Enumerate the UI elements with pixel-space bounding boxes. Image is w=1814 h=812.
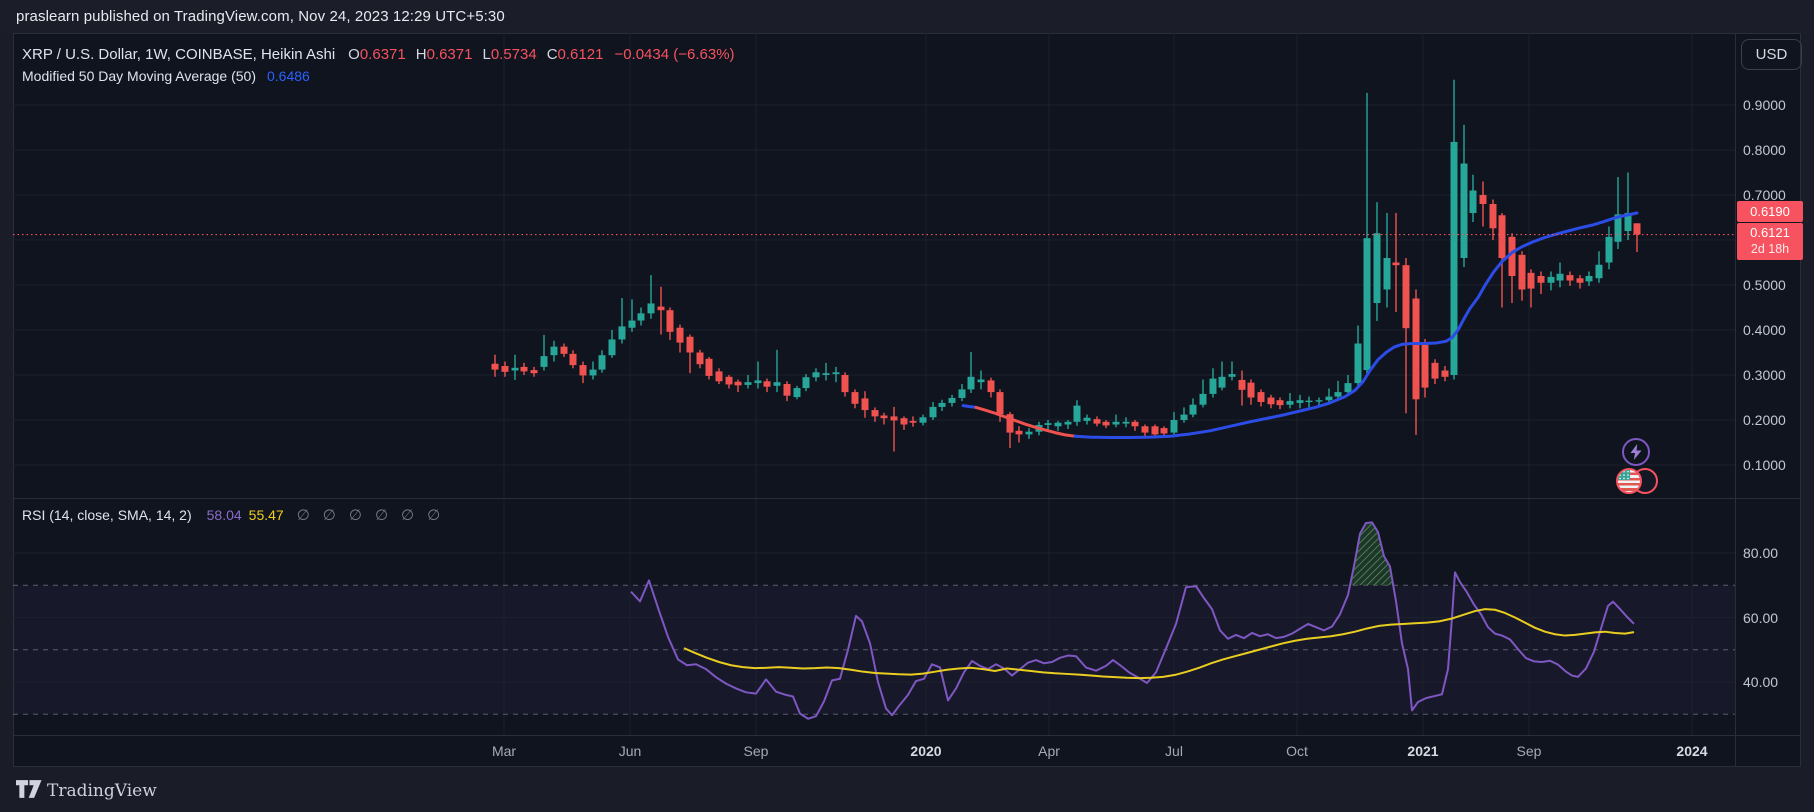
price-axis-label: 0.8000 <box>1743 142 1786 158</box>
tradingview-wordmark[interactable]: TradingView <box>47 781 157 801</box>
price-axis-label: 0.5000 <box>1743 277 1786 293</box>
rsi-empty-slots: ∅ ∅ ∅ ∅ ∅ ∅ <box>297 506 440 524</box>
time-axis-label: Sep <box>1517 743 1542 759</box>
rsi-label: RSI (14, close, SMA, 14, 2) <box>22 507 192 523</box>
price-axis-label: 0.4000 <box>1743 322 1786 338</box>
ohlc-item: O0.6371 <box>348 46 406 63</box>
ohlc-values: O0.6371 H0.6371 L0.5734 C0.6121 <box>348 46 603 63</box>
rsi-sma-value: 55.47 <box>249 507 284 523</box>
pane-divider[interactable] <box>13 498 1801 499</box>
ma-value: 0.6486 <box>267 68 310 84</box>
empty-set-icon: ∅ <box>375 506 388 524</box>
time-axis-label: Mar <box>492 743 516 759</box>
time-axis-separator <box>13 735 1801 736</box>
time-axis-label: 2021 <box>1407 743 1438 759</box>
time-axis-label: Jul <box>1165 743 1183 759</box>
empty-set-icon: ∅ <box>297 506 310 524</box>
rsi-axis-label: 60.00 <box>1743 610 1778 626</box>
ma50-line <box>1075 213 1637 438</box>
idea-marker-button[interactable] <box>1622 438 1650 466</box>
price-axis-label: 0.3000 <box>1743 367 1786 383</box>
empty-set-icon: ∅ <box>401 506 414 524</box>
ma-label: Modified 50 Day Moving Average (50) <box>22 68 256 84</box>
change-value: −0.0434 (−6.63%) <box>614 46 734 63</box>
time-axis-label: Oct <box>1286 743 1308 759</box>
ma-legend: Modified 50 Day Moving Average (50) 0.64… <box>22 68 310 84</box>
time-axis-label: 2024 <box>1676 743 1707 759</box>
symbol-title: XRP / U.S. Dollar, 1W, COINBASE, Heikin … <box>22 46 335 63</box>
time-axis-label: Sep <box>744 743 769 759</box>
last-price-badge: 0.6121 2d 18h <box>1737 223 1803 260</box>
usd-flag-icon <box>1616 468 1642 494</box>
ohlc-item: L0.5734 <box>482 46 536 63</box>
empty-set-icon: ∅ <box>427 506 440 524</box>
ma50-line <box>963 406 976 408</box>
lightning-icon <box>1629 444 1643 460</box>
price-axis-label: 0.9000 <box>1743 97 1786 113</box>
rsi-value: 58.04 <box>207 507 242 523</box>
price-axis-label: 0.1000 <box>1743 457 1786 473</box>
rsi-legend: RSI (14, close, SMA, 14, 2) 58.04 55.47 … <box>22 506 440 524</box>
price-badge-secondary: 0.6190 <box>1737 201 1803 222</box>
time-axis-label: Apr <box>1038 743 1060 759</box>
candles <box>492 80 1641 452</box>
symbol-legend: XRP / U.S. Dollar, 1W, COINBASE, Heikin … <box>22 46 735 63</box>
rsi-overbought-fill <box>1351 522 1393 585</box>
rsi-axis-label: 40.00 <box>1743 674 1778 690</box>
rsi-axis-label: 80.00 <box>1743 545 1778 561</box>
bar-countdown: 2d 18h <box>1737 241 1803 257</box>
tradingview-snapshot: praslearn published on TradingView.com, … <box>0 0 1814 812</box>
currency-unit-button[interactable]: USD <box>1741 39 1802 70</box>
chart-canvas[interactable] <box>0 0 1814 812</box>
price-axis-separator <box>1735 33 1736 767</box>
ohlc-item: H0.6371 <box>416 46 473 63</box>
empty-set-icon: ∅ <box>323 506 336 524</box>
tradingview-logo-icon[interactable] <box>16 780 42 798</box>
time-axis-label: 2020 <box>910 743 941 759</box>
last-price-value: 0.6121 <box>1737 225 1803 241</box>
empty-set-icon: ∅ <box>349 506 362 524</box>
ohlc-item: C0.6121 <box>547 46 604 63</box>
time-axis-label: Jun <box>619 743 642 759</box>
price-axis-label: 0.2000 <box>1743 412 1786 428</box>
symbol-pair-logo <box>1616 468 1660 496</box>
flag-canton <box>1618 470 1630 480</box>
